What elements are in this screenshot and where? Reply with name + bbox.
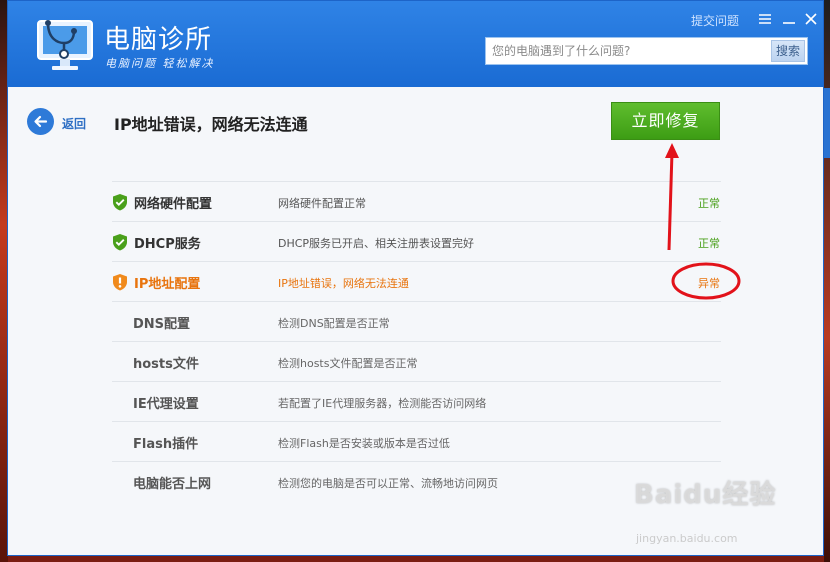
check-item-desc: 检测DNS配置是否正常 [278,317,390,330]
check-row-network-hardware: 网络硬件配置 网络硬件配置正常 正常 [112,181,721,221]
check-item-desc: 检测hosts文件配置是否正常 [278,357,418,370]
check-row-dhcp: DHCP服务 DHCP服务已开启、相关注册表设置完好 正常 [112,221,721,261]
feedback-link[interactable]: 提交问题 [691,12,739,29]
menu-icon[interactable] [756,10,774,28]
check-item-desc: 网络硬件配置正常 [278,197,366,210]
back-label: 返回 [62,117,87,131]
app-window: 电脑诊所 电脑问题 轻松解决 提交问题 搜索 返回 IP地址错误，网络无法连通 … [7,0,824,556]
check-item-name: DNS配置 [133,317,191,332]
search-input[interactable] [486,38,766,64]
title-bar: 电脑诊所 电脑问题 轻松解决 提交问题 搜索 [8,1,823,87]
desktop-background-right [824,0,830,562]
monitor-stethoscope-icon [34,17,100,75]
check-item-desc: 若配置了IE代理服务器，检测能否访问网络 [278,397,487,410]
check-item-name: Flash插件 [133,437,199,452]
check-row-internet: 电脑能否上网 检测您的电脑是否可以正常、流畅地访问网页 [112,461,721,501]
search-button[interactable]: 搜索 [771,40,805,62]
warning-shield-icon [112,273,128,291]
check-item-name: 网络硬件配置 [134,197,213,212]
check-shield-icon [112,193,128,211]
app-subtitle: 电脑问题 轻松解决 [105,57,215,70]
check-row-dns: DNS配置 检测DNS配置是否正常 [112,301,721,341]
close-icon[interactable] [802,10,820,28]
check-item-status: 异常 [698,277,720,290]
diagnosis-panel: 返回 IP地址错误，网络无法连通 立即修复 网络硬件配置 网络硬件配置正常 正常… [8,87,823,555]
check-item-name: DHCP服务 [134,237,201,252]
check-list: 网络硬件配置 网络硬件配置正常 正常 DHCP服务 DHCP服务已开启、相关注册… [112,181,721,501]
check-item-desc: IP地址错误，网络无法连通 [278,277,409,290]
search-box: 搜索 [485,37,808,65]
check-row-ie-proxy: IE代理设置 若配置了IE代理服务器，检测能否访问网络 [112,381,721,421]
check-item-name: IP地址配置 [134,277,201,292]
check-item-name: IE代理设置 [133,397,199,412]
check-item-desc: 检测您的电脑是否可以正常、流畅地访问网页 [278,477,498,490]
back-arrow-icon [27,108,54,135]
check-row-hosts: hosts文件 检测hosts文件配置是否正常 [112,341,721,381]
check-item-status: 正常 [698,237,720,250]
check-item-desc: DHCP服务已开启、相关注册表设置完好 [278,237,475,250]
check-row-flash: Flash插件 检测Flash是否安装或版本是否过低 [112,421,721,461]
diagnosis-headline: IP地址错误，网络无法连通 [114,115,308,134]
check-item-name: 电脑能否上网 [133,477,212,492]
fix-now-button[interactable]: 立即修复 [611,102,720,140]
check-item-status: 正常 [698,197,720,210]
check-row-ip-config: IP地址配置 IP地址错误，网络无法连通 异常 [112,261,721,301]
check-item-name: hosts文件 [133,357,199,372]
check-item-desc: 检测Flash是否安装或版本是否过低 [278,437,450,450]
background-window-edge [824,88,830,158]
minimize-icon[interactable] [780,10,798,28]
check-shield-icon [112,233,128,251]
app-title: 电脑诊所 [104,25,213,55]
